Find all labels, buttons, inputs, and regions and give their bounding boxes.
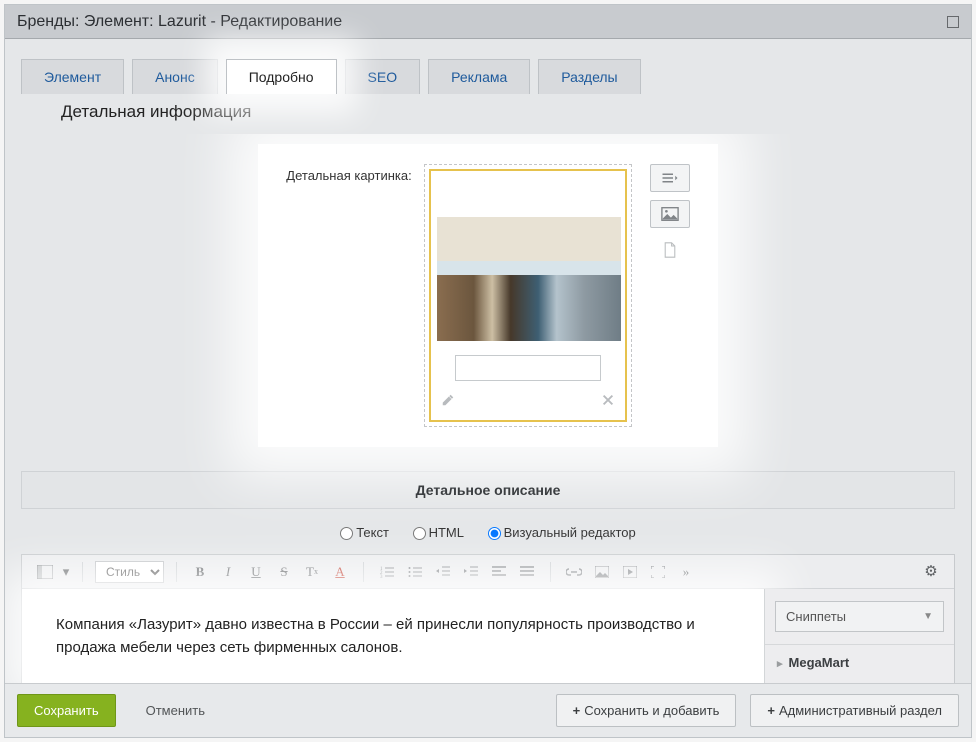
outdent-button[interactable] xyxy=(432,561,454,583)
snippet-item-megamart[interactable]: MegaMart xyxy=(765,644,954,680)
editor-content[interactable]: Компания «Лазурит» давно известна в Росс… xyxy=(22,589,764,683)
link-button[interactable] xyxy=(563,561,585,583)
italic-button[interactable]: I xyxy=(217,561,239,583)
radio-text[interactable]: Текст xyxy=(340,525,389,540)
tab-ads[interactable]: Реклама xyxy=(428,59,530,94)
image-frame xyxy=(429,169,627,422)
align-left-button[interactable] xyxy=(488,561,510,583)
admin-section-button[interactable]: +Административный раздел xyxy=(750,694,959,727)
footer-bar: Сохранить Отменить +Сохранить и добавить… xyxy=(5,683,971,737)
ol-button[interactable]: 123 xyxy=(376,561,398,583)
indent-button[interactable] xyxy=(460,561,482,583)
detail-image-label: Детальная картинка: xyxy=(286,164,411,183)
video-button[interactable] xyxy=(619,561,641,583)
cancel-button[interactable]: Отменить xyxy=(130,695,221,726)
image-thumbnail[interactable] xyxy=(437,217,621,341)
tab-anons[interactable]: Анонс xyxy=(132,59,218,94)
detail-image-row: Детальная картинка: xyxy=(258,144,717,447)
layout-icon[interactable] xyxy=(34,561,56,583)
tab-seo[interactable]: SEO xyxy=(345,59,421,94)
more-button[interactable]: » xyxy=(675,561,697,583)
tab-sections[interactable]: Разделы xyxy=(538,59,640,94)
close-icon[interactable] xyxy=(601,393,615,412)
titlebar: Бренды: Элемент: Lazurit - Редактировани… xyxy=(5,5,971,39)
content-area: Детальная картинка: xyxy=(5,134,971,683)
visual-editor: ▾ Стиль B I U S Tx A 123 xyxy=(21,554,955,683)
image-menu-button[interactable] xyxy=(650,164,690,192)
editor-window: Бренды: Элемент: Lazurit - Редактировани… xyxy=(4,4,972,738)
image-upload-zone[interactable] xyxy=(424,164,632,427)
snippets-label: Сниппеты xyxy=(786,609,846,624)
editor-toolbar: ▾ Стиль B I U S Tx A 123 xyxy=(22,555,954,589)
underline-button[interactable]: U xyxy=(245,561,267,583)
align-justify-button[interactable] xyxy=(516,561,538,583)
ul-button[interactable] xyxy=(404,561,426,583)
edit-icon[interactable] xyxy=(441,393,455,412)
image-caption-input[interactable] xyxy=(455,355,601,381)
style-select[interactable]: Стиль xyxy=(95,561,164,583)
snippets-button[interactable]: Сниппеты ▼ xyxy=(775,601,944,632)
radio-html[interactable]: HTML xyxy=(413,525,464,540)
tab-bar: Элемент Анонс Подробно SEO Реклама Разде… xyxy=(5,39,971,94)
description-header: Детальное описание xyxy=(21,471,955,509)
maximize-icon[interactable] xyxy=(947,16,959,28)
chevron-down-icon: ▼ xyxy=(923,611,933,622)
save-button[interactable]: Сохранить xyxy=(17,694,116,727)
tab-element[interactable]: Элемент xyxy=(21,59,124,94)
editor-sidebar: Сниппеты ▼ MegaMart xyxy=(764,589,954,683)
radio-visual[interactable]: Визуальный редактор xyxy=(488,525,636,540)
editor-mode-radios: Текст HTML Визуальный редактор xyxy=(21,525,955,540)
file-icon[interactable] xyxy=(650,236,690,264)
image-side-tools xyxy=(650,164,690,264)
fullscreen-button[interactable] xyxy=(647,561,669,583)
image-button[interactable] xyxy=(591,561,613,583)
window-title: Бренды: Элемент: Lazurit - Редактировани… xyxy=(17,13,342,31)
save-and-add-button[interactable]: +Сохранить и добавить xyxy=(556,694,737,727)
section-title: Детальная информация xyxy=(5,94,971,134)
strike-button[interactable]: S xyxy=(273,561,295,583)
font-color-button[interactable]: A xyxy=(329,561,351,583)
svg-text:3: 3 xyxy=(380,575,383,578)
bold-button[interactable]: B xyxy=(189,561,211,583)
image-picture-button[interactable] xyxy=(650,200,690,228)
clear-format-button[interactable]: Tx xyxy=(301,561,323,583)
chevron-down-icon[interactable]: ▾ xyxy=(62,561,70,583)
tab-detail[interactable]: Подробно xyxy=(226,59,337,94)
settings-icon[interactable]: ⚙ xyxy=(920,561,942,583)
